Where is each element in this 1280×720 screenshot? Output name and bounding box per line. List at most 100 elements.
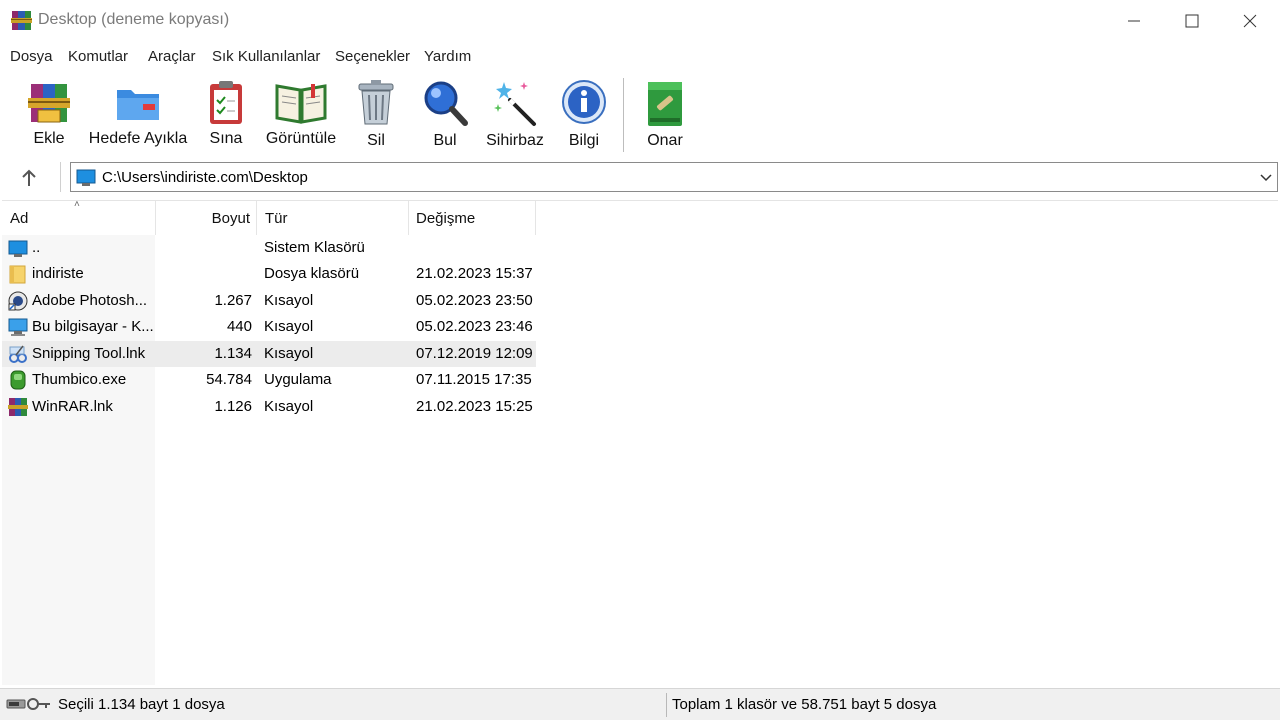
file-date: 21.02.2023 15:25: [416, 398, 533, 415]
thumbico-app-icon: [10, 370, 26, 390]
window-title: Desktop (deneme kopyası): [38, 11, 230, 28]
file-type: Kısayol: [264, 398, 314, 415]
add-label: Ekle: [33, 130, 65, 147]
delete-label: Sil: [367, 132, 385, 149]
file-size: 1.267: [214, 292, 252, 309]
delete-button[interactable]: Sil: [350, 78, 402, 150]
list-item[interactable]: Adobe Photosh... 1.267 Kısayol 05.02.202…: [2, 288, 536, 314]
view-book-icon: [275, 84, 327, 124]
list-item[interactable]: Bu bilgisayar - K... 440 Kısayol 05.02.2…: [2, 314, 536, 340]
sort-ascending-icon: ˄: [74, 199, 80, 210]
wizard-label: Sihirbaz: [486, 132, 544, 149]
file-type: Sistem Klasörü: [264, 239, 365, 256]
minimize-icon: [1128, 20, 1140, 22]
file-list: ˄ Ad Boyut Tür Değişme .. Sistem Klasörü…: [2, 199, 1278, 685]
info-button[interactable]: Bilgi: [558, 78, 610, 150]
file-type: Dosya klasörü: [264, 265, 360, 282]
list-item[interactable]: .. Sistem Klasörü: [2, 235, 536, 261]
snipping-tool-icon: [9, 345, 27, 363]
list-item[interactable]: WinRAR.lnk 1.126 Kısayol 21.02.2023 15:2…: [2, 394, 536, 420]
add-archive-icon: [28, 84, 70, 123]
address-row: C:\Users\indiriste.com\Desktop: [0, 158, 1280, 196]
menu-sik-kullanilanlar[interactable]: Sık Kullanılanlar: [212, 48, 320, 65]
view-label: Görüntüle: [265, 130, 337, 147]
column-header-type[interactable]: Tür: [257, 201, 409, 235]
computer-shortcut-icon: [8, 318, 28, 336]
file-name: indiriste: [32, 265, 84, 282]
photoshop-shortcut-icon: [8, 291, 28, 311]
close-icon: [1243, 14, 1257, 28]
column-header-modified-label: Değişme: [416, 210, 476, 227]
menu-bar: Dosya Komutlar Araçlar Sık Kullanılanlar…: [0, 44, 1280, 70]
column-header-name[interactable]: ˄ Ad: [2, 199, 156, 235]
test-clipboard-icon: [210, 81, 242, 124]
file-date: 07.11.2015 17:35: [416, 371, 532, 388]
file-size: 1.134: [214, 345, 252, 362]
minimize-button[interactable]: [1105, 0, 1163, 42]
maximize-button[interactable]: [1163, 0, 1221, 42]
arrow-up-icon: [22, 169, 36, 186]
folder-icon: [9, 265, 26, 284]
file-date: 07.12.2019 12:09: [416, 345, 533, 362]
column-header-name-label: Ad: [10, 210, 29, 227]
status-total: Toplam 1 klasör ve 58.751 bayt 5 dosya: [672, 696, 937, 713]
title-bar: Desktop (deneme kopyası): [0, 0, 1280, 42]
winrar-app-icon[interactable]: [11, 10, 32, 31]
file-name: Thumbico.exe: [32, 371, 127, 388]
toolbar: Ekle Hedefe Ayıkla Sına Görüntüle Sil Bu…: [0, 70, 1280, 158]
column-header-type-label: Tür: [265, 210, 288, 227]
list-item[interactable]: Snipping Tool.lnk 1.134 Kısayol 07.12.20…: [2, 341, 536, 367]
up-folder-button[interactable]: [14, 166, 44, 190]
winrar-shortcut-icon: [8, 398, 28, 416]
menu-yardim[interactable]: Yardım: [424, 48, 471, 65]
list-item[interactable]: indiriste Dosya klasörü 21.02.2023 15:37: [2, 261, 536, 287]
test-label: Sına: [209, 130, 243, 147]
file-size: 1.126: [214, 398, 252, 415]
status-bar: Seçili 1.134 bayt 1 dosya Toplam 1 klasö…: [0, 688, 1280, 720]
column-header-modified[interactable]: Değişme: [409, 201, 536, 235]
file-date: 05.02.2023 23:46: [416, 318, 533, 335]
file-type: Kısayol: [264, 318, 314, 335]
test-button[interactable]: Sına: [200, 78, 252, 148]
drive-key-icon[interactable]: [6, 697, 52, 711]
list-item[interactable]: Thumbico.exe 54.784 Uygulama 07.11.2015 …: [2, 367, 536, 393]
address-bar[interactable]: C:\Users\indiriste.com\Desktop: [70, 162, 1278, 192]
extract-folder-icon: [117, 90, 159, 120]
address-path: C:\Users\indiriste.com\Desktop: [102, 169, 308, 186]
menu-dosya[interactable]: Dosya: [10, 48, 53, 65]
file-type: Kısayol: [264, 292, 314, 309]
wizard-wand-icon: [494, 82, 536, 126]
find-label: Bul: [433, 132, 457, 149]
file-size: 440: [226, 318, 252, 335]
view-button[interactable]: Görüntüle: [262, 78, 340, 148]
menu-secenekler[interactable]: Seçenekler: [335, 48, 410, 65]
close-button[interactable]: [1221, 0, 1279, 42]
chevron-down-icon[interactable]: [1259, 168, 1273, 186]
repair-button[interactable]: Onar: [640, 78, 690, 150]
repair-icon: [648, 82, 682, 126]
file-type: Kısayol: [264, 345, 314, 362]
column-header-size[interactable]: Boyut: [156, 201, 257, 235]
info-icon: [562, 80, 606, 124]
parent-folder-icon: [8, 240, 28, 257]
menu-komutlar[interactable]: Komutlar: [68, 48, 128, 65]
extract-to-label: Hedefe Ayıkla: [88, 130, 188, 147]
file-name: ..: [32, 239, 41, 256]
file-name: WinRAR.lnk: [32, 398, 113, 415]
wizard-button[interactable]: Sihirbaz: [484, 78, 546, 150]
file-name: Bu bilgisayar - K...: [32, 318, 154, 335]
status-selected: Seçili 1.134 bayt 1 dosya: [58, 696, 225, 713]
menu-araclar[interactable]: Araçlar: [148, 48, 196, 65]
toolbar-separator: [623, 78, 624, 152]
address-separator: [60, 162, 61, 192]
extract-to-button[interactable]: Hedefe Ayıkla: [88, 78, 188, 148]
column-header-size-label: Boyut: [211, 210, 250, 227]
list-header: ˄ Ad Boyut Tür Değişme: [2, 199, 542, 235]
info-label: Bilgi: [568, 132, 600, 149]
find-button[interactable]: Bul: [418, 78, 472, 150]
maximize-icon: [1185, 14, 1199, 28]
status-divider: [666, 693, 667, 717]
add-button[interactable]: Ekle: [18, 78, 80, 148]
repair-label: Onar: [647, 132, 683, 149]
file-date: 21.02.2023 15:37: [416, 265, 533, 282]
